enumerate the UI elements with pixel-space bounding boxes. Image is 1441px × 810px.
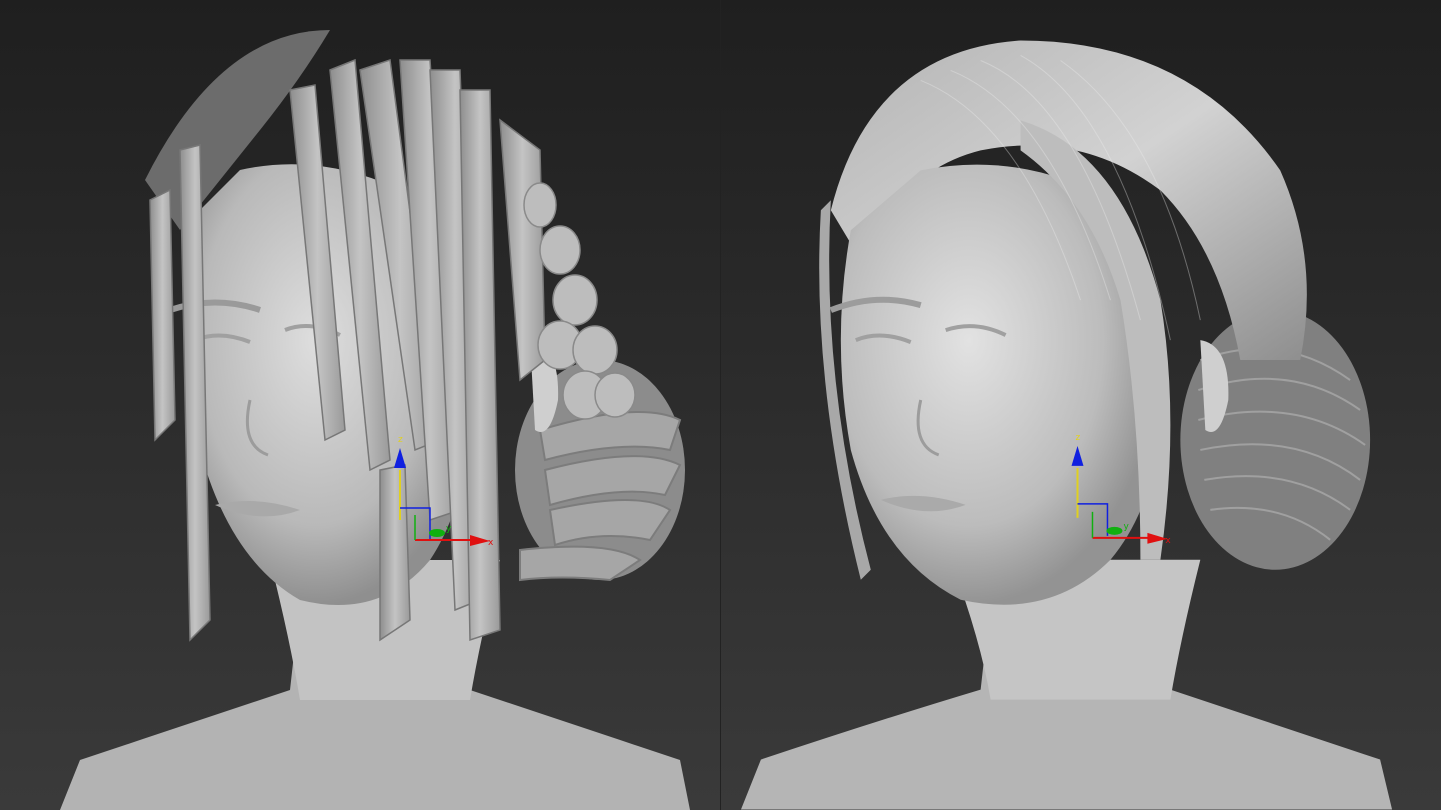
transform-gizmo[interactable]: z x y	[0, 0, 720, 810]
gizmo-z-arrow-icon	[394, 448, 406, 468]
gizmo-z-label: z	[398, 435, 403, 445]
gizmo-x-label: x	[1165, 536, 1171, 546]
gizmo-y-label: y	[446, 524, 452, 534]
gizmo-x-label: x	[488, 538, 494, 548]
gizmo-y-arrow-icon	[429, 529, 445, 537]
transform-gizmo[interactable]: z x y	[721, 0, 1441, 810]
gizmo-y-label: y	[1123, 522, 1129, 532]
gizmo-x-arrow-icon	[1147, 532, 1168, 544]
viewport-right[interactable]: z x y	[720, 0, 1441, 810]
viewport-split: z x y z x y	[0, 0, 1441, 810]
gizmo-z-arrow-icon	[1071, 445, 1084, 466]
gizmo-x-arrow-icon	[470, 535, 490, 546]
gizmo-z-label: z	[1076, 433, 1081, 443]
gizmo-y-arrow-icon	[1106, 526, 1123, 535]
viewport-left[interactable]: z x y	[0, 0, 720, 810]
